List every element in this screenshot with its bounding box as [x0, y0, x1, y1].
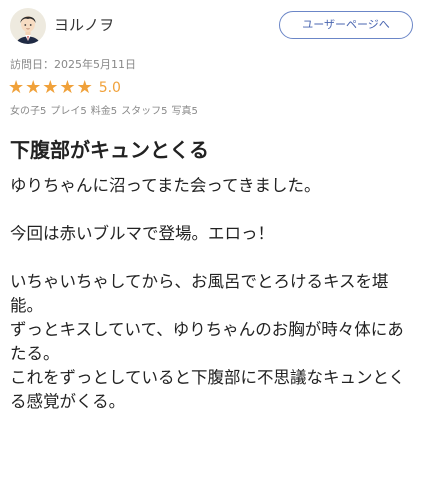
man-avatar-icon — [10, 8, 46, 44]
subscore-staff: スタッフ5 — [121, 106, 168, 117]
subscore-play: プレイ5 — [50, 106, 87, 117]
subscores: 女の子5 プレイ5 料金5 スタッフ5 写真5 — [10, 102, 202, 117]
review-paragraph: ずっとキスしていて、ゆりちゃんのお胸が時々体にあたる。 — [10, 320, 404, 363]
avatar[interactable] — [10, 8, 46, 44]
rating-score: 5.0 — [98, 80, 121, 96]
subscore-girl: 女の子5 — [10, 106, 47, 117]
review-paragraph: いちゃいちゃしてから、お風呂でとろけるキスを堪能。 — [10, 272, 389, 315]
review-paragraph: 今回は赤いブルマで登場。エロっ！ — [10, 224, 274, 243]
subscore-price: 料金5 — [90, 106, 118, 117]
review-title: 下腹部がキュンとくる — [10, 138, 209, 162]
review-paragraph: これをずっとしていると下腹部に不思議なキュンとくる感覚がくる。 — [10, 368, 406, 411]
user-page-button[interactable]: ユーザーページへ — [279, 11, 413, 39]
star-icon: ★ — [25, 77, 42, 98]
visit-date: 訪問日：2025年5月11日 — [10, 58, 136, 71]
star-icon: ★ — [8, 77, 25, 98]
review-card: ヨルノヲ ユーザーページへ 訪問日：2025年5月11日 ★ ★ ★ ★ ★ 5… — [0, 0, 430, 480]
review-body: ゆりちゃんに沼ってまた会ってきました。 今回は赤いブルマで登場。エロっ！ いちゃ… — [10, 174, 420, 414]
username[interactable]: ヨルノヲ — [54, 14, 114, 35]
star-icon: ★ — [76, 77, 93, 98]
review-paragraph: ゆりちゃんに沼ってまた会ってきました。 — [10, 176, 321, 195]
star-icon: ★ — [59, 77, 76, 98]
subscore-photo: 写真5 — [171, 106, 198, 117]
star-rating: ★ ★ ★ ★ ★ 5.0 — [8, 78, 121, 98]
star-icon: ★ — [42, 77, 59, 98]
